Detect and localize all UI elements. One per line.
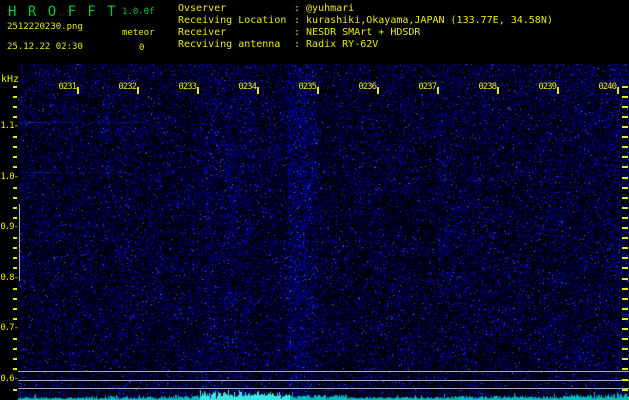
y-right-tick: [622, 126, 628, 128]
y-minor-tick: [13, 358, 17, 361]
y-right-tick: [622, 267, 628, 270]
y-right-tick: [622, 328, 628, 330]
y-minor-tick: [13, 368, 17, 371]
y-right-tick: [622, 317, 628, 320]
y-right-tick: [622, 227, 628, 229]
y-right-tick: [622, 358, 628, 361]
y-right-tick: [622, 378, 628, 381]
x-tick: [437, 87, 439, 94]
carrier-line: [18, 388, 629, 389]
y-minor-tick: [13, 156, 17, 159]
y-minor-tick: [13, 105, 17, 108]
y-right-tick: [622, 176, 628, 179]
x-tick-label: 0235: [298, 82, 317, 92]
y-right-tick: [622, 287, 628, 290]
x-tick-label: 0233: [178, 82, 197, 92]
y-right-tick: [622, 247, 628, 250]
y-tick-label: 0.9-: [0, 222, 19, 232]
y-tick-label: 0.7-: [0, 323, 19, 333]
y-right-tick: [622, 115, 628, 118]
y-right-tick: [622, 166, 628, 169]
y-minor-tick: [13, 338, 17, 341]
y-tick-label: 1.1-: [0, 121, 19, 131]
y-minor-tick: [13, 196, 17, 199]
x-tick: [497, 87, 499, 94]
x-tick: [617, 87, 619, 94]
x-tick-label: 0237: [418, 82, 437, 92]
y-tick-label: 0.8-: [0, 272, 19, 283]
y-minor-tick: [13, 307, 17, 310]
y-minor-tick: [13, 216, 17, 219]
y-right-tick: [622, 186, 628, 189]
y-right-tick: [622, 156, 628, 159]
x-tick-label: 0236: [358, 82, 377, 92]
hrofft-window: H R O F F T 1.0.0f 2512220230.png meteor…: [0, 0, 629, 400]
y-right-tick: [622, 237, 628, 240]
y-tick-label: 0.6-: [0, 373, 19, 384]
carrier-line: [18, 379, 629, 381]
y-right-tick: [622, 85, 628, 88]
x-tick: [317, 87, 319, 94]
y-minor-tick: [13, 166, 17, 169]
x-tick: [137, 87, 139, 94]
y-minor-tick: [13, 247, 17, 250]
y-minor-tick: [13, 317, 17, 320]
y-right-tick: [622, 277, 628, 280]
y-minor-tick: [13, 257, 17, 260]
y-minor-tick: [13, 146, 17, 149]
y-right-tick: [622, 388, 628, 391]
x-tick: [377, 87, 379, 94]
y-minor-tick: [13, 186, 17, 189]
y-tick-label: 1.0-: [0, 171, 19, 182]
y-minor-tick: [13, 348, 17, 351]
y-minor-tick: [13, 85, 17, 88]
y-right-tick: [622, 136, 628, 139]
x-tick-label: 0231: [58, 82, 77, 92]
y-right-tick: [622, 307, 628, 310]
y-minor-tick: [13, 297, 17, 300]
y-right-tick: [622, 206, 628, 209]
y-right-tick: [622, 257, 628, 260]
y-right-tick: [622, 95, 628, 98]
x-tick-label: 0234: [238, 82, 257, 92]
x-tick-label: 0239: [538, 82, 557, 92]
y-minor-tick: [13, 287, 17, 290]
x-tick: [557, 87, 559, 94]
axes-layer: 1.1- 1.0- 0.9- 0.8- 0.7- 0.6- 0231 0232 0233 0234…: [0, 0, 629, 400]
y-minor-tick: [13, 115, 17, 118]
y-right-tick: [622, 105, 628, 108]
y-right-tick: [622, 146, 628, 149]
y-right-tick: [622, 368, 628, 371]
x-tick: [197, 87, 199, 94]
calibration-vline: [19, 204, 20, 281]
x-tick: [257, 87, 259, 94]
y-right-tick: [622, 216, 628, 219]
y-right-tick: [622, 297, 628, 300]
y-minor-tick: [13, 136, 17, 139]
x-tick-label: 0238: [478, 82, 497, 92]
y-minor-tick: [13, 388, 17, 391]
y-minor-tick: [13, 237, 17, 240]
x-tick: [77, 87, 79, 94]
x-tick-label: 0240: [598, 82, 617, 92]
y-right-tick: [622, 348, 628, 351]
y-minor-tick: [13, 206, 17, 209]
y-right-tick: [622, 196, 628, 199]
y-minor-tick: [13, 95, 17, 98]
carrier-line: [18, 370, 629, 372]
y-right-tick: [622, 338, 628, 341]
y-minor-tick: [13, 267, 17, 270]
x-tick-label: 0232: [118, 82, 137, 92]
